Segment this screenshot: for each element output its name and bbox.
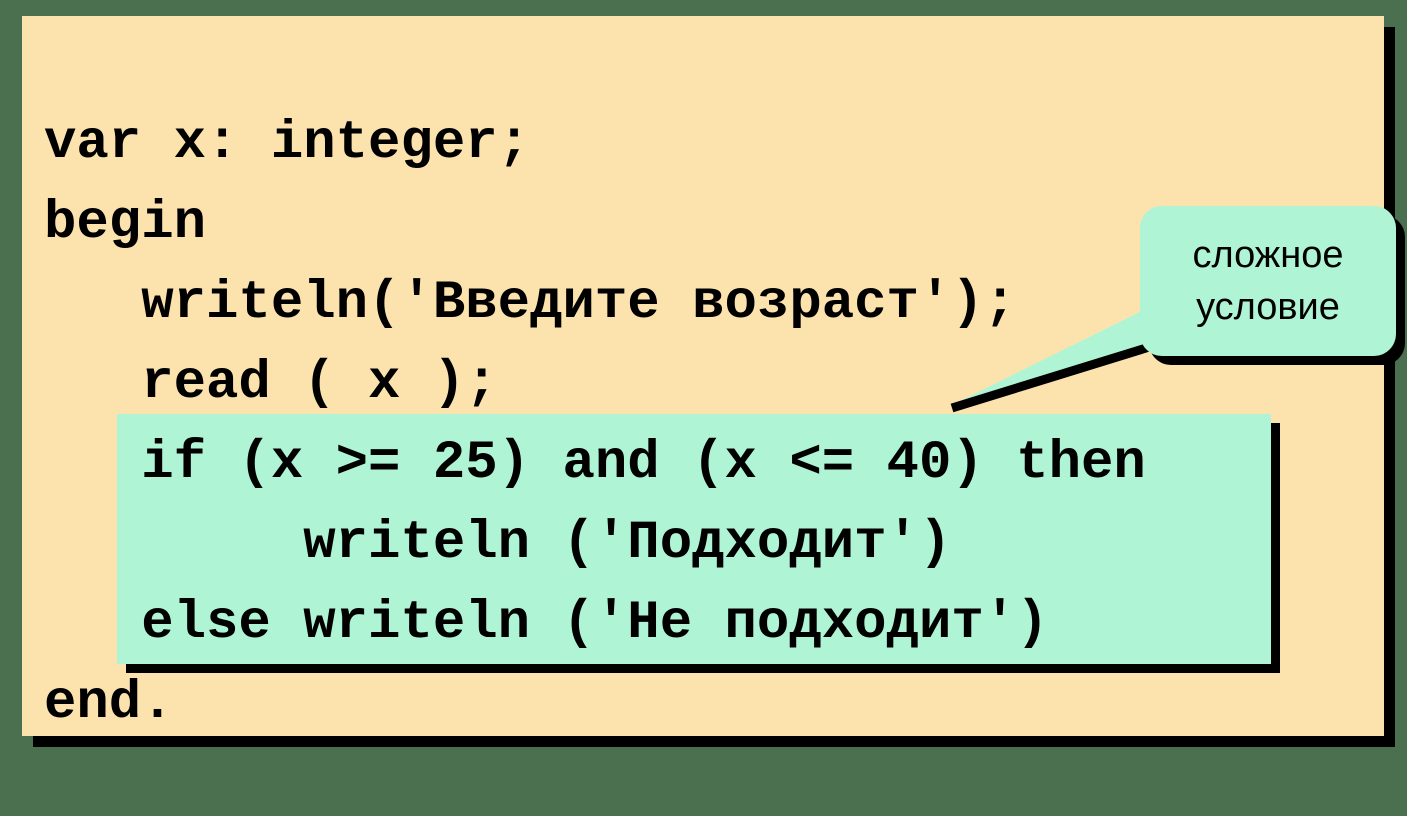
code-line-8: end. [44, 673, 174, 734]
callout-text-line-1: сложное [1192, 234, 1344, 276]
code-line-2: begin [44, 193, 207, 254]
code-line-5: if (x >= 25) and (x <= 40) then [44, 433, 1146, 494]
code-line-4: read ( x ); [44, 353, 498, 414]
code-line-7: else writeln ('Не подходит') [44, 593, 1049, 654]
code-line-1: var x: integer; [44, 113, 531, 174]
code-line-6: writeln ('Подходит') [44, 513, 952, 574]
code-line-3: writeln('Введите возраст'); [44, 273, 1017, 334]
slide-canvas: var x: integer; begin writeln('Введите в… [22, 16, 1396, 736]
callout-bubble: сложное условие [1140, 206, 1396, 356]
callout-text-line-2: условие [1196, 286, 1340, 328]
